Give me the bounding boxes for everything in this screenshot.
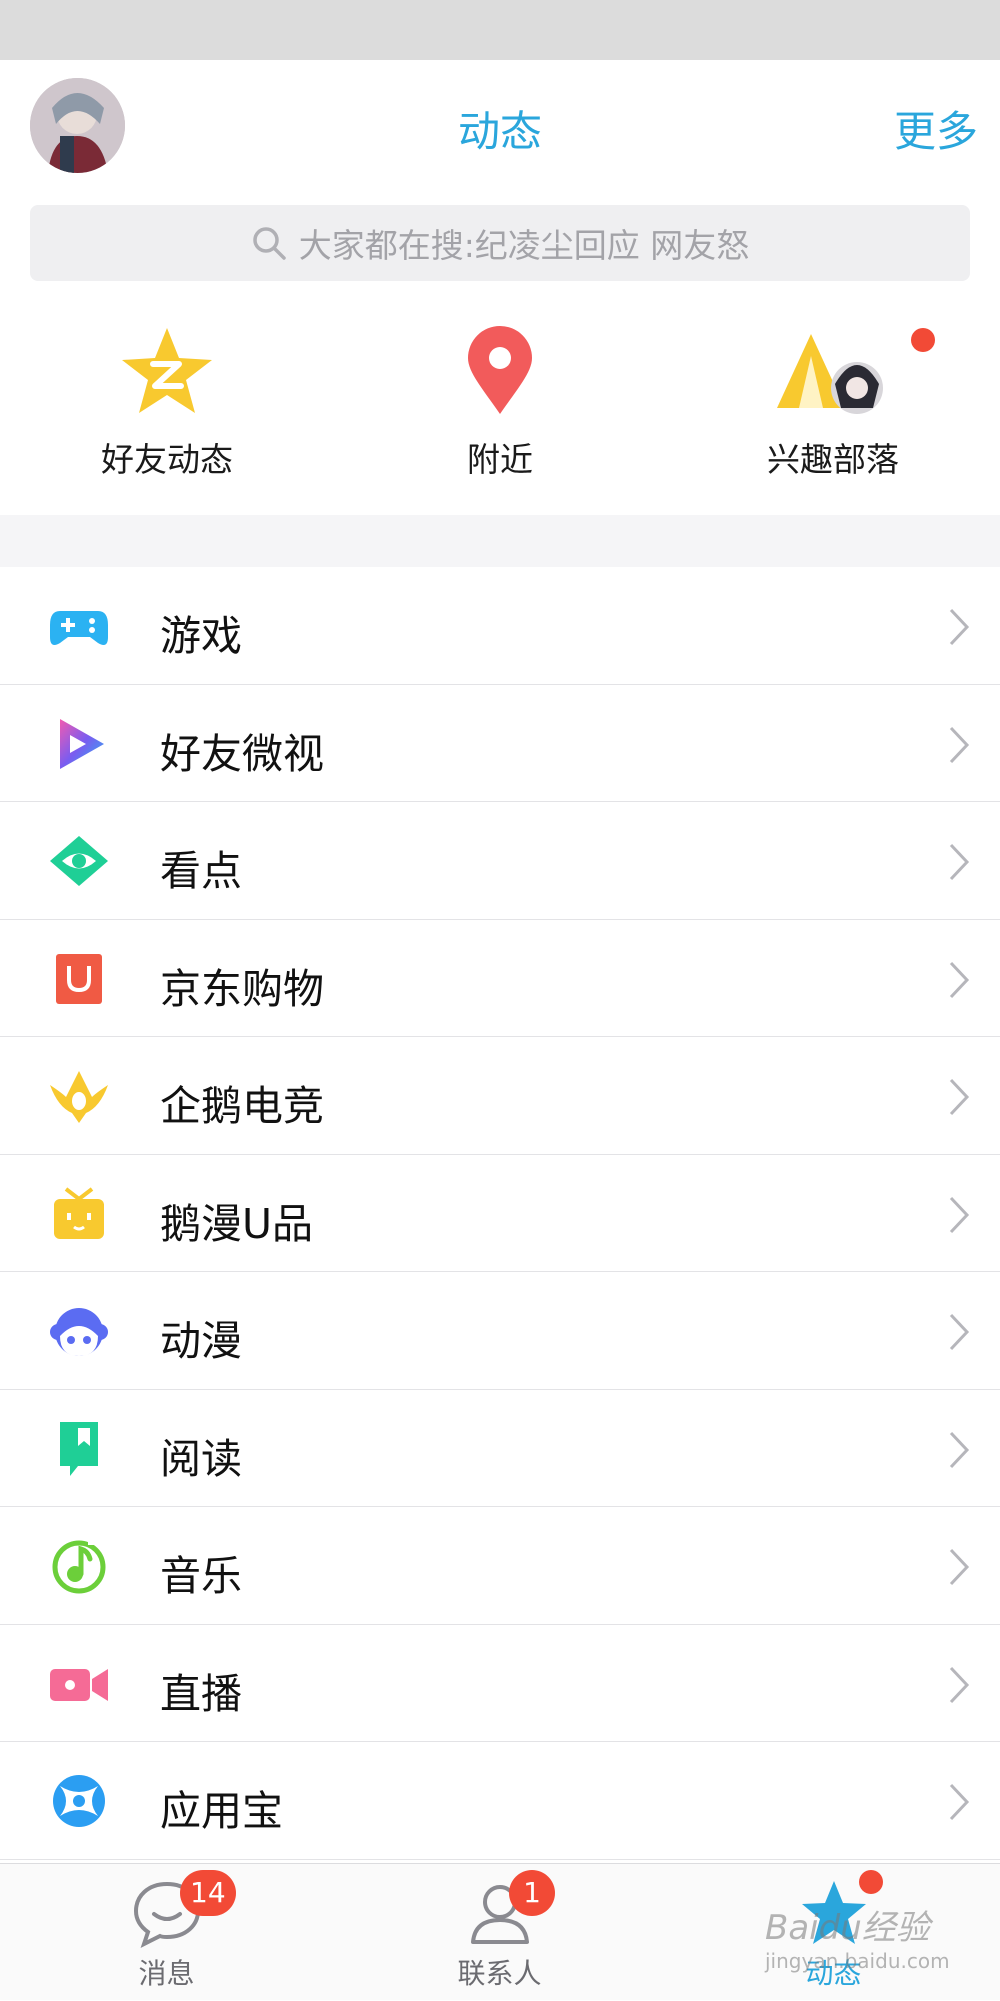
- quick-link-label: 附近: [467, 440, 533, 479]
- gamepad-icon: [50, 611, 108, 645]
- menu-item-label: 鹅漫U品: [160, 1199, 314, 1248]
- unread-badge: 1: [509, 1870, 555, 1916]
- chevron-right-icon: [949, 843, 970, 881]
- menu-item-jd-shopping[interactable]: 京东购物: [0, 919, 1000, 1037]
- menu-item-reading[interactable]: 阅读: [0, 1389, 1000, 1507]
- chevron-right-icon: [949, 726, 970, 763]
- menu-item-music[interactable]: 音乐: [0, 1507, 1000, 1625]
- bookmark-icon: [60, 1421, 98, 1476]
- tab-contacts[interactable]: 1 联系人: [333, 1864, 666, 2001]
- eye-icon: [50, 836, 108, 886]
- menu-item-label: 看点: [160, 847, 242, 895]
- menu-item-label: 动漫: [160, 1317, 242, 1365]
- search-icon: [252, 227, 286, 260]
- menu-item-label: 企鹅电竞: [160, 1082, 324, 1130]
- menu-item-weishi[interactable]: 好友微视: [0, 684, 1000, 802]
- shopping-u-icon: [56, 953, 102, 1004]
- chevron-right-icon: [949, 1431, 970, 1468]
- header: 动态 更多: [0, 60, 1000, 192]
- tab-messages[interactable]: 14 消息: [0, 1864, 333, 2001]
- menu-item-label: 游戏: [160, 612, 242, 660]
- star-z-icon: [122, 328, 212, 413]
- watermark-url: jingyan.baidu.com: [765, 1949, 950, 1973]
- service-menu: 游戏 好友微视 看点 京东购物 企鹅电竞 鹅漫U品 动漫 阅读 音乐 直播 应用…: [0, 567, 1000, 1860]
- chevron-right-icon: [949, 1783, 970, 1821]
- gift-box-icon: [54, 1186, 104, 1239]
- menu-item-label: 京东购物: [160, 964, 324, 1013]
- search-placeholder: 大家都在搜:纪凌尘回应 网友怒: [298, 226, 750, 265]
- anime-face-icon: [50, 1308, 108, 1356]
- page-title: 动态: [457, 107, 542, 156]
- menu-item-eman-upin[interactable]: 鹅漫U品: [0, 1154, 1000, 1272]
- notification-dot: [859, 1870, 883, 1894]
- video-camera-icon: [50, 1668, 108, 1701]
- notification-dot: [911, 328, 935, 352]
- menu-item-label: 好友微视: [160, 729, 324, 778]
- menu-item-live[interactable]: 直播: [0, 1624, 1000, 1742]
- menu-item-games[interactable]: 游戏: [0, 567, 1000, 685]
- menu-item-label: 音乐: [160, 1552, 242, 1600]
- quick-link-label: 好友动态: [101, 440, 233, 479]
- location-pin-icon: [468, 326, 532, 414]
- tab-label: 联系人: [457, 1957, 542, 1990]
- menu-item-app-store[interactable]: 应用宝: [0, 1742, 1000, 1860]
- chevron-right-icon: [949, 961, 970, 998]
- tab-label: 消息: [138, 1957, 195, 1990]
- section-divider: [0, 515, 1000, 567]
- chevron-right-icon: [949, 608, 970, 646]
- quick-link-interest-tribe[interactable]: 兴趣部落: [683, 320, 983, 515]
- menu-item-label: 阅读: [160, 1434, 242, 1483]
- chevron-right-icon: [949, 1313, 970, 1351]
- music-note-icon: [52, 1537, 106, 1594]
- chevron-right-icon: [949, 1548, 970, 1586]
- menu-item-anime[interactable]: 动漫: [0, 1272, 1000, 1390]
- unread-badge: 14: [180, 1870, 236, 1916]
- quick-links: 好友动态 附近 兴趣部落: [0, 320, 1000, 515]
- watermark-text: Baidu经验: [765, 1908, 930, 1948]
- chevron-right-icon: [949, 1078, 970, 1116]
- menu-item-esports[interactable]: 企鹅电竞: [0, 1037, 1000, 1155]
- menu-item-kandian[interactable]: 看点: [0, 802, 1000, 920]
- status-bar: [0, 0, 1000, 60]
- tent-icon: [777, 334, 883, 414]
- quick-link-label: 兴趣部落: [767, 440, 899, 479]
- quick-link-nearby[interactable]: 附近: [350, 320, 650, 515]
- menu-item-label: 直播: [160, 1669, 242, 1718]
- chevron-right-icon: [949, 1666, 970, 1703]
- search-input[interactable]: 大家都在搜:纪凌尘回应 网友怒: [30, 205, 970, 281]
- play-triangle-icon: [60, 718, 104, 769]
- app-store-icon: [53, 1775, 105, 1827]
- menu-item-label: 应用宝: [160, 1787, 283, 1835]
- crown-icon: [50, 1071, 108, 1123]
- chevron-right-icon: [949, 1196, 970, 1233]
- quick-link-friends-feed[interactable]: 好友动态: [17, 320, 317, 515]
- watermark: Baidu经验 jingyan.baidu.com: [765, 1900, 950, 1973]
- more-button[interactable]: 更多: [894, 98, 978, 159]
